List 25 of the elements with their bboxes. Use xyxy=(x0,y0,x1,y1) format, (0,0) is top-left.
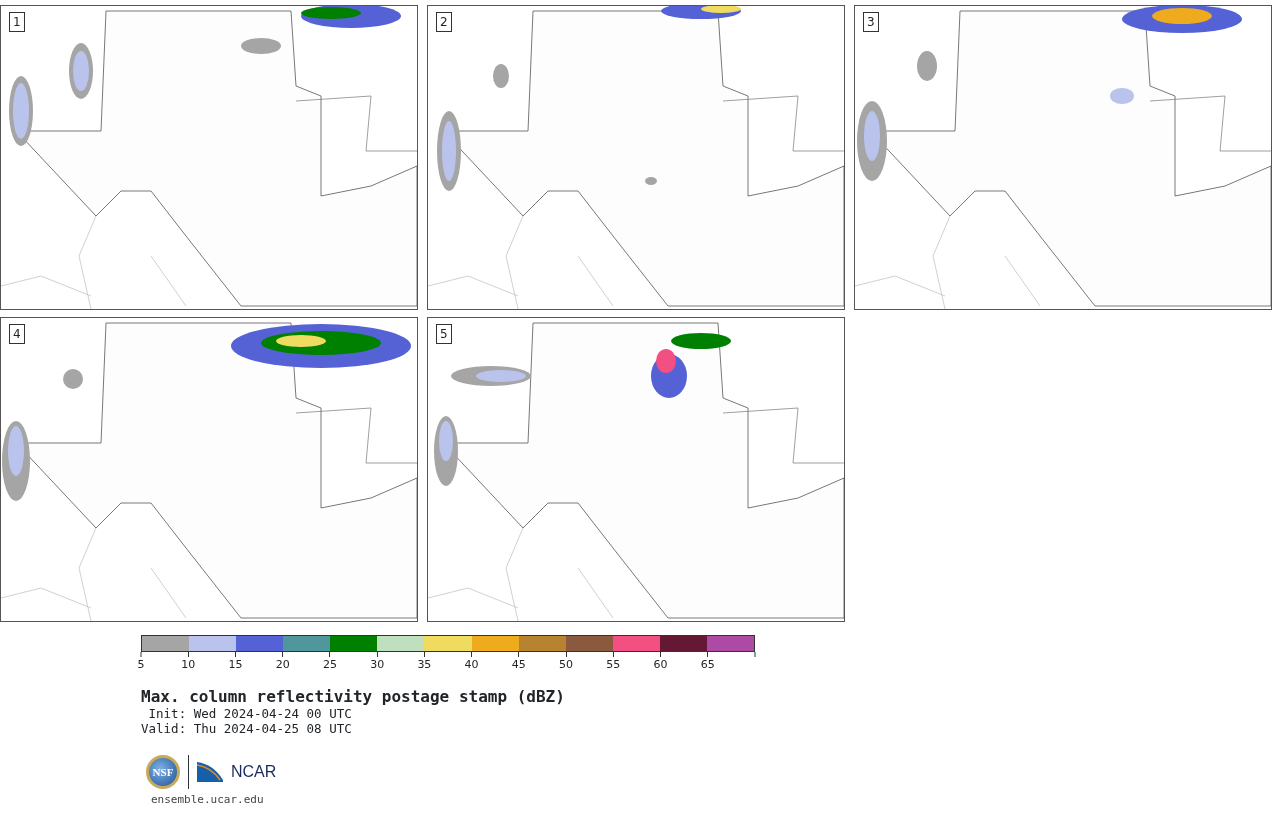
tick-label: 5 xyxy=(137,659,145,670)
panel-number: 4 xyxy=(9,324,25,344)
valid-time: Valid: Thu 2024-04-25 08 UTC xyxy=(141,721,353,737)
swoosh-logo-icon xyxy=(197,761,223,782)
tick-label: 30 xyxy=(370,659,385,670)
tick-label: 40 xyxy=(464,659,479,670)
tick-label: 60 xyxy=(653,659,668,670)
tick-label: 15 xyxy=(228,659,243,670)
website-url: ensemble.ucar.edu xyxy=(151,792,265,807)
init-time: Init: Wed 2024-04-24 00 UTC xyxy=(147,705,353,722)
tick-label: 65 xyxy=(700,659,715,670)
tick-label: 20 xyxy=(275,659,290,670)
tick-label: 55 xyxy=(606,659,621,670)
seal-logo: NSF xyxy=(146,754,180,789)
panel-number: 1 xyxy=(9,12,25,32)
tick-label: 10 xyxy=(181,659,196,670)
panel-number: 2 xyxy=(436,12,452,32)
wordmark: NCAR xyxy=(231,761,277,782)
chart-title: Max. column reflectivity postage stamp (dBZ) xyxy=(141,688,566,706)
tick-label: 35 xyxy=(417,659,432,670)
tick-label: 25 xyxy=(322,659,337,670)
panel-number: 5 xyxy=(436,324,452,344)
panel-number: 3 xyxy=(863,12,879,32)
tick-label: 45 xyxy=(511,659,526,670)
tick-label: 50 xyxy=(559,659,574,670)
